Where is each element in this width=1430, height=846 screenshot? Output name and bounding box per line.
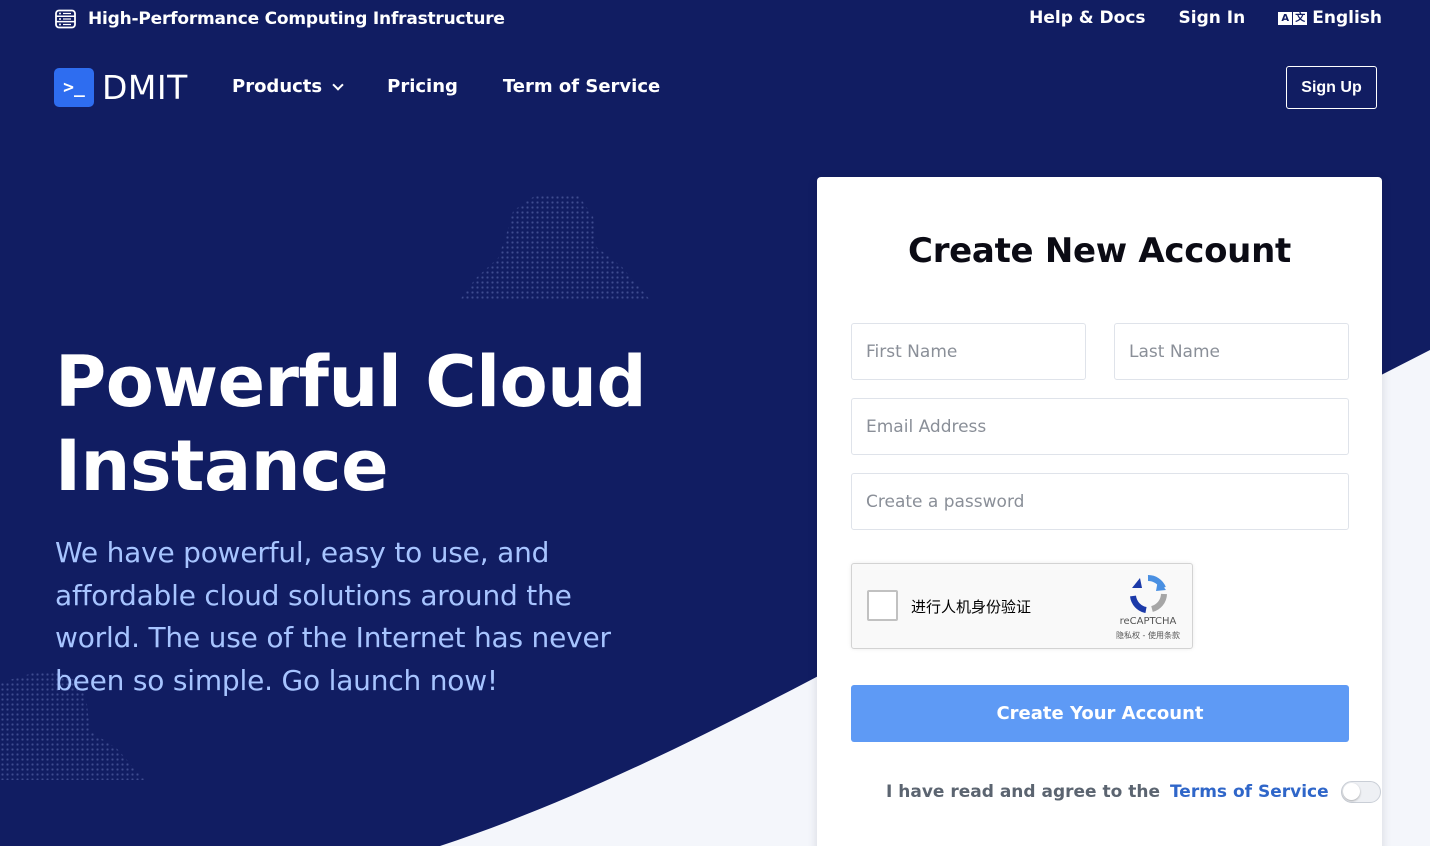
terms-agreement: I have read and agree to the Terms of Se… (886, 781, 1381, 803)
recaptcha-label: 进行人机身份验证 (911, 598, 1032, 616)
first-name-input[interactable] (851, 323, 1086, 380)
agree-text: I have read and agree to the (886, 782, 1160, 802)
recaptcha-privacy-terms-links[interactable]: 隐私权 - 使用条款 (1107, 630, 1189, 641)
nav-products[interactable]: Products (232, 76, 344, 97)
translate-icon: A文 (1278, 11, 1308, 25)
recaptcha-widget: 进行人机身份验证 reCAPTCHA 隐私权 - 使用条款 (851, 563, 1193, 649)
hero-title: Powerful Cloud Instance (55, 340, 675, 508)
nav-products-label: Products (232, 76, 323, 97)
top-bar: High-Performance Computing Infrastructur… (0, 0, 1430, 40)
sign-in-link[interactable]: Sign In (1179, 8, 1246, 28)
language-label: English (1312, 8, 1382, 28)
language-selector[interactable]: A文 English (1278, 8, 1382, 28)
logo-text: DMIT (102, 68, 188, 107)
form-title: Create New Account (908, 231, 1291, 271)
dmit-logo[interactable]: >_ DMIT (54, 68, 188, 107)
hero-section: Powerful Cloud Instance We have powerful… (55, 340, 675, 702)
hero-title-line: Powerful Cloud (55, 341, 647, 423)
chevron-down-icon (332, 78, 344, 91)
toggle-knob (1342, 783, 1360, 800)
agree-toggle[interactable] (1340, 781, 1381, 803)
top-bar-links: Help & Docs Sign In A文 English (1029, 8, 1382, 28)
create-account-card: Create New Account 进行人机身份验证 reCAPTCHA 隐私… (817, 177, 1382, 846)
top-bar-title: High-Performance Computing Infrastructur… (88, 9, 505, 29)
last-name-input[interactable] (1114, 323, 1349, 380)
help-docs-link[interactable]: Help & Docs (1029, 8, 1145, 28)
main-navigation: >_ DMIT Products Pricing Term of Service… (0, 60, 1430, 115)
email-input[interactable] (851, 398, 1349, 455)
nav-pricing[interactable]: Pricing (387, 76, 458, 97)
sign-up-button[interactable]: Sign Up (1286, 66, 1377, 109)
create-account-button[interactable]: Create Your Account (851, 685, 1349, 742)
recaptcha-brand: reCAPTCHA (1119, 616, 1177, 627)
terms-of-service-link[interactable]: Terms of Service (1170, 782, 1329, 802)
nav-menu: Products Pricing Term of Service (232, 76, 660, 97)
recaptcha-icon (1130, 574, 1167, 613)
recaptcha-checkbox[interactable] (867, 590, 898, 621)
top-bar-brand: High-Performance Computing Infrastructur… (55, 9, 505, 29)
nav-terms-of-service[interactable]: Term of Service (503, 76, 660, 97)
terminal-icon: >_ (54, 68, 94, 107)
hero-description: We have powerful, easy to use, and affor… (55, 536, 611, 697)
server-icon (55, 9, 76, 29)
hero-title-line: Instance (55, 425, 389, 507)
password-input[interactable] (851, 473, 1349, 530)
